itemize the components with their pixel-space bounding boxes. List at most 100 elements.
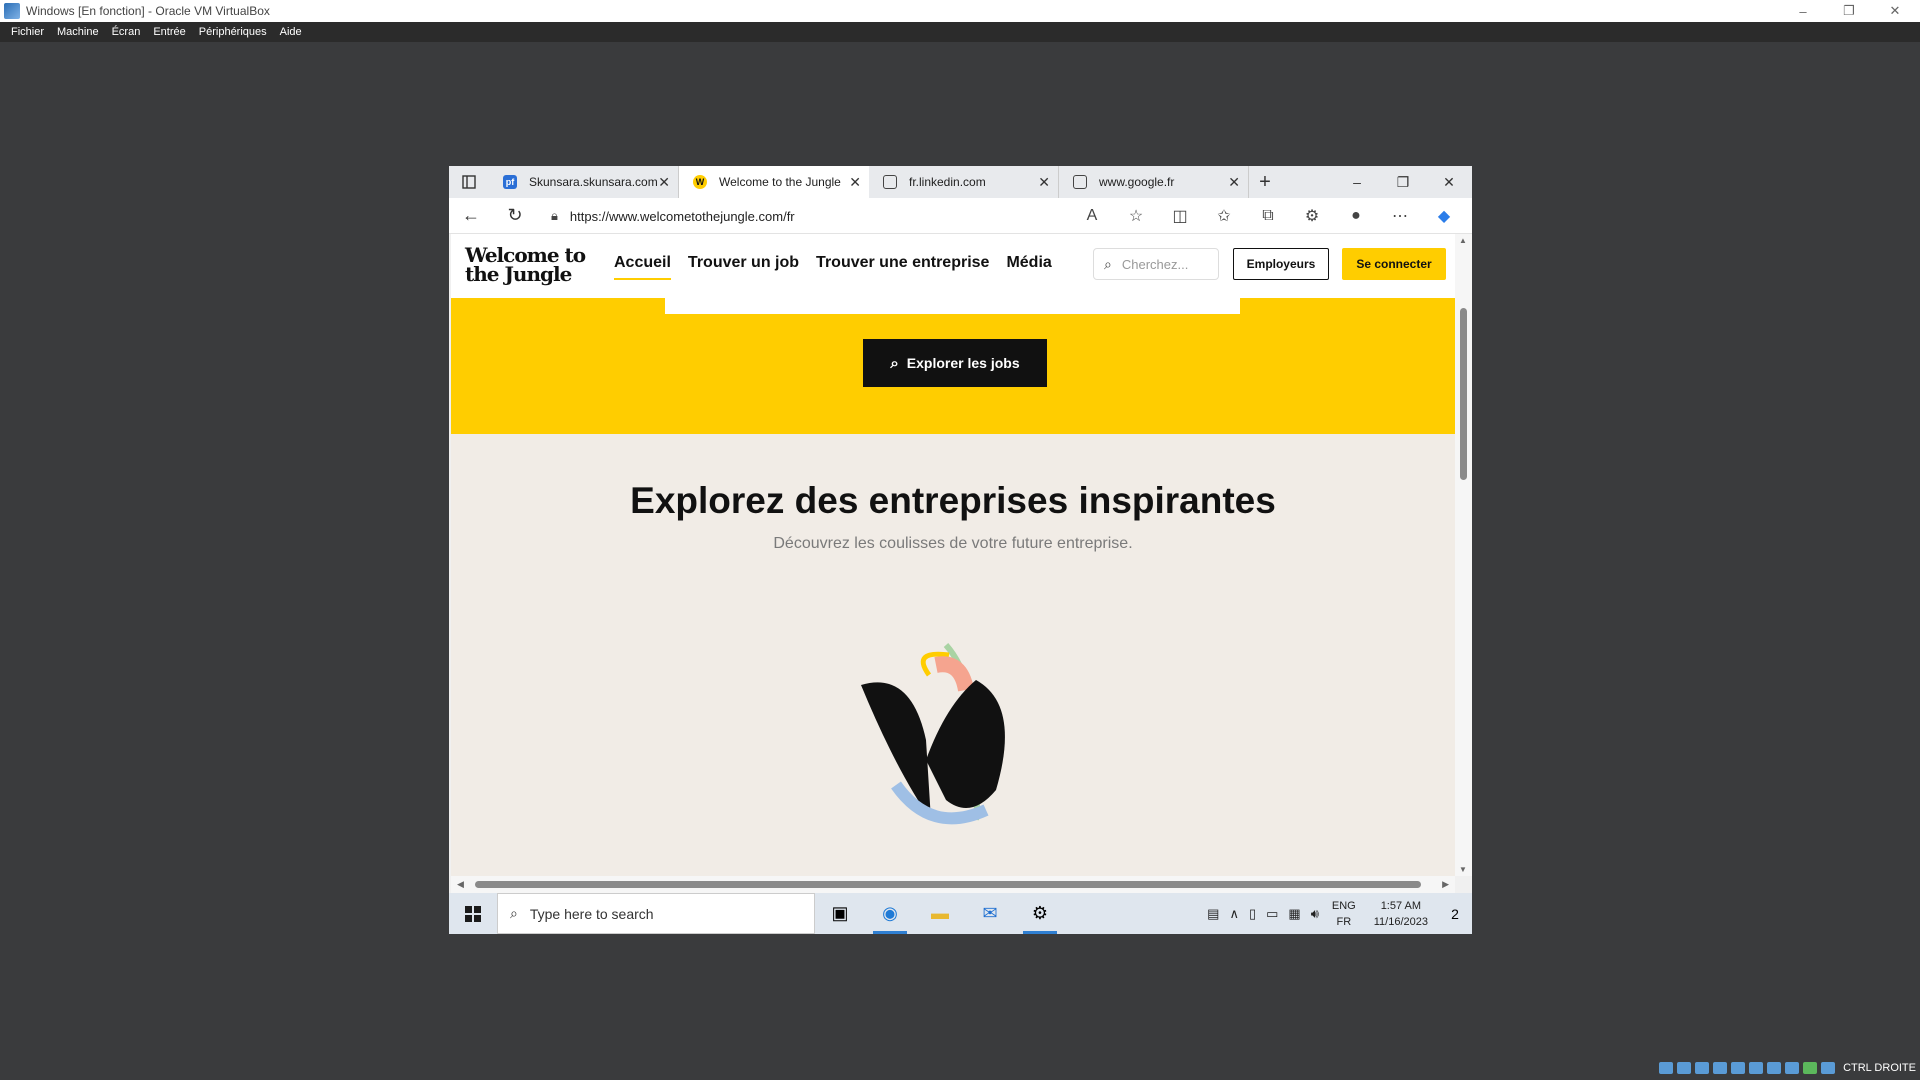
tab-skunsara[interactable]: pf Skunsara.skunsara.com ✕ [489, 166, 679, 198]
clock-date: 11/16/2023 [1373, 915, 1428, 928]
taskbar-search-input[interactable]: ⌕ Type here to search [497, 893, 815, 934]
copilot-icon[interactable]: ◆ [1422, 206, 1466, 226]
scroll-down-icon[interactable]: ▼ [1459, 865, 1467, 874]
optical-drive-icon[interactable] [1677, 1062, 1692, 1074]
host-key-label: CTRL DROITE [1843, 1062, 1916, 1074]
favorites-icon[interactable]: ✩ [1202, 206, 1246, 226]
recording-icon[interactable] [1785, 1062, 1800, 1074]
tab-google[interactable]: www.google.fr ✕ [1059, 166, 1249, 198]
start-button[interactable] [449, 893, 497, 934]
tab-welcome-to-the-jungle[interactable]: W Welcome to the Jungle ✕ [679, 166, 869, 198]
employers-button[interactable]: Employeurs [1233, 248, 1329, 280]
refresh-icon[interactable]: ↻ [493, 205, 537, 226]
page-viewport: Welcome to the Jungle Accueil Trouver un… [451, 234, 1455, 876]
tab-close-icon[interactable]: ✕ [658, 174, 670, 191]
wttj-logo[interactable]: Welcome to the Jungle [465, 245, 595, 284]
task-view-icon[interactable]: ▣ [815, 893, 865, 934]
menu-peripheriques[interactable]: Périphériques [199, 26, 267, 38]
explore-jobs-label: Explorer les jobs [906, 355, 1020, 371]
mouse-integration-icon[interactable] [1821, 1062, 1836, 1074]
show-hidden-icons-icon[interactable]: ∧ [1229, 906, 1239, 922]
volume-icon[interactable]: 🔊︎ [1311, 906, 1319, 922]
shared-folders-icon[interactable] [1749, 1062, 1764, 1074]
collections-icon[interactable]: ⧉ [1246, 207, 1290, 225]
browser-tabstrip: pf Skunsara.skunsara.com ✕ W Welcome to … [449, 166, 1472, 198]
tab-close-icon[interactable]: ✕ [849, 174, 861, 191]
read-aloud-icon[interactable]: A [1070, 207, 1114, 225]
explore-jobs-button[interactable]: ⌕ Explorer les jobs [863, 339, 1047, 387]
menu-machine[interactable]: Machine [57, 26, 99, 38]
horizontal-scrollbar[interactable]: ◀ ▶ [451, 876, 1455, 893]
section-title: Explorez des entreprises inspirantes [630, 480, 1276, 521]
site-search-input[interactable]: ⌕ Cherchez... [1093, 248, 1219, 280]
url-text[interactable]: https://www.welcometothejungle.com/fr [570, 209, 795, 224]
hero-banner: ⌕ Explorer les jobs [451, 298, 1455, 434]
cpu-icon[interactable] [1803, 1062, 1818, 1074]
edge-icon[interactable]: ◉ [865, 893, 915, 934]
notifications-icon[interactable]: 2 [1438, 906, 1472, 922]
tab-linkedin[interactable]: fr.linkedin.com ✕ [869, 166, 1059, 198]
scroll-up-icon[interactable]: ▲ [1459, 236, 1467, 245]
hdd-icon[interactable] [1659, 1062, 1674, 1074]
tab-label: Welcome to the Jungle [719, 175, 841, 189]
address-bar[interactable]: 🔒︎ https://www.welcometothejungle.com/fr [551, 201, 1111, 231]
tab-actions-icon[interactable] [449, 166, 489, 198]
host-close-button[interactable]: ✕ [1872, 0, 1918, 22]
pf-icon: pf [503, 175, 517, 189]
display-icon[interactable] [1767, 1062, 1782, 1074]
horizontal-scroll-thumb[interactable] [475, 881, 1421, 888]
favorite-star-icon[interactable]: ☆ [1114, 206, 1158, 226]
audio-icon[interactable] [1695, 1062, 1710, 1074]
wttj-icon: W [693, 175, 707, 189]
usb-icon[interactable] [1731, 1062, 1746, 1074]
network-icon[interactable]: ▦ [1288, 906, 1300, 922]
tab-label: www.google.fr [1099, 175, 1175, 189]
toolbar-actions: A ☆ ◫ ✩ ⧉ ⚙ ● ⋯ ◆ [1070, 198, 1466, 234]
clock-time: 1:57 AM [1380, 899, 1422, 912]
host-restore-button[interactable]: ❐ [1826, 0, 1872, 22]
language-indicator[interactable]: ENG FR [1332, 898, 1356, 930]
vertical-scroll-thumb[interactable] [1460, 308, 1467, 480]
host-titlebar: Windows [En fonction] - Oracle VM Virtua… [0, 0, 1920, 22]
host-minimize-button[interactable]: – [1780, 0, 1826, 22]
nav-media[interactable]: Média [1006, 254, 1051, 280]
back-icon[interactable]: ← [449, 205, 493, 226]
notification-count: 2 [1451, 905, 1459, 922]
menu-fichier[interactable]: Fichier [11, 26, 44, 38]
nav-trouver-job[interactable]: Trouver un job [688, 254, 799, 280]
browser-minimize-button[interactable]: – [1334, 166, 1380, 198]
file-explorer-icon[interactable]: ▬ [915, 893, 965, 934]
scroll-right-icon[interactable]: ▶ [1442, 879, 1449, 890]
menu-ecran[interactable]: Écran [112, 26, 141, 38]
scroll-left-icon[interactable]: ◀ [457, 879, 464, 890]
browser-toolbar: ← ↻ 🔒︎ https://www.welcometothejungle.co… [449, 198, 1472, 234]
taskbar-clock[interactable]: 1:57 AM 11/16/2023 [1374, 898, 1428, 930]
new-tab-button[interactable]: + [1249, 171, 1281, 194]
news-widget-icon[interactable]: ▤ [1207, 906, 1219, 922]
profile-icon[interactable]: ● [1334, 207, 1378, 225]
more-icon[interactable]: ⋯ [1378, 206, 1422, 226]
tab-close-icon[interactable]: ✕ [1038, 174, 1050, 191]
lang-top: ENG [1331, 899, 1356, 912]
browser-restore-button[interactable]: ❐ [1380, 166, 1426, 198]
battery-icon[interactable]: ▭ [1266, 906, 1278, 922]
tab-close-icon[interactable]: ✕ [1228, 174, 1240, 191]
hero-search-field[interactable] [665, 298, 1240, 314]
tab-label: Skunsara.skunsara.com [529, 175, 658, 189]
site-header: Welcome to the Jungle Accueil Trouver un… [451, 234, 1455, 298]
vertical-scrollbar[interactable]: ▲ ▼ [1455, 234, 1472, 876]
mail-icon[interactable]: ✉ [965, 893, 1015, 934]
nav-trouver-entreprise[interactable]: Trouver une entreprise [816, 254, 989, 280]
nav-accueil[interactable]: Accueil [614, 254, 671, 280]
split-screen-icon[interactable]: ◫ [1158, 206, 1202, 226]
menu-entree[interactable]: Entrée [153, 26, 185, 38]
device-icon[interactable]: ▯ [1249, 906, 1256, 922]
search-placeholder: Cherchez... [1121, 256, 1189, 272]
login-button[interactable]: Se connecter [1342, 248, 1446, 280]
extensions-icon[interactable]: ⚙ [1290, 206, 1334, 226]
network-adapter-icon[interactable] [1713, 1062, 1728, 1074]
system-tray: ▤ ∧ ▯ ▭ ▦ 🔊︎ ENG FR 1:57 AM 11/16/2023 2 [1202, 893, 1472, 934]
menu-aide[interactable]: Aide [280, 26, 302, 38]
settings-icon[interactable]: ⚙ [1015, 893, 1065, 934]
browser-close-button[interactable]: ✕ [1426, 166, 1472, 198]
